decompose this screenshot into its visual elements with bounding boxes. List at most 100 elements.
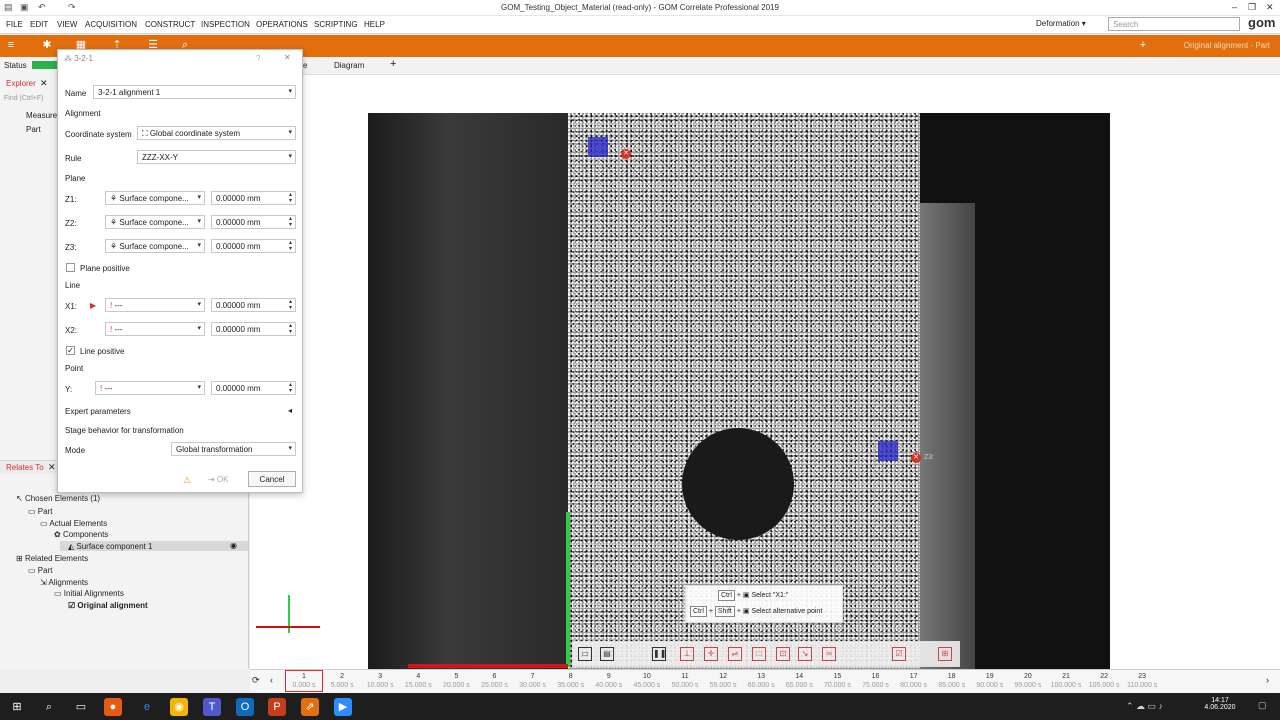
- select-icon[interactable]: ↘: [798, 647, 812, 661]
- timeline-stage[interactable]: 10 45.000 s: [628, 672, 666, 690]
- square-icon[interactable]: □: [752, 647, 766, 661]
- menu-file[interactable]: FILE: [6, 20, 23, 29]
- z2-offset[interactable]: 0.00000 mm ▴ ▾: [211, 215, 296, 229]
- timeline-stage[interactable]: 6 25.000 s: [476, 672, 514, 690]
- edge-icon[interactable]: e: [138, 698, 156, 716]
- timeline-stage[interactable]: 4 15.000 s: [399, 672, 437, 690]
- z1-offset[interactable]: 0.00000 mm ▴ ▾: [211, 191, 296, 205]
- close-relates-icon[interactable]: ✕: [48, 462, 56, 473]
- z3-selection-marker[interactable]: [878, 441, 898, 461]
- tree-surface-component[interactable]: ◭ Surface component 1: [68, 542, 152, 551]
- chrome-icon[interactable]: ◉: [170, 698, 188, 716]
- tree-original-alignment[interactable]: ☑ Original alignment: [68, 601, 148, 610]
- tree-related-elements[interactable]: ⊞ Related Elements: [16, 554, 88, 563]
- expand-icon[interactable]: ◂: [288, 406, 292, 415]
- start-icon[interactable]: ⊞: [8, 698, 26, 716]
- search-input[interactable]: Search: [1108, 17, 1240, 31]
- frame-icon[interactable]: ⊡: [776, 647, 790, 661]
- tree-alignments[interactable]: ⇲ Alignments: [40, 578, 88, 587]
- menu-inspection[interactable]: INSPECTION: [201, 20, 250, 29]
- timeline-stage[interactable]: 12 55.000 s: [704, 672, 742, 690]
- timeline-stage[interactable]: 2 5.000 s: [323, 672, 361, 690]
- teams-icon[interactable]: T: [203, 698, 221, 716]
- x2-offset[interactable]: 0.00000 mm ▴ ▾: [211, 322, 296, 336]
- y-offset[interactable]: 0.00000 mm ▴ ▾: [211, 381, 296, 395]
- menu-help[interactable]: HELP: [364, 20, 385, 29]
- remove-point-icon[interactable]: ✕: [621, 149, 631, 159]
- gom-taskbar-icon[interactable]: ⇗: [301, 698, 319, 716]
- tree-actual-elements[interactable]: ▭ Actual Elements: [40, 519, 107, 528]
- mode-select[interactable]: Global transformation ▾: [171, 442, 296, 456]
- tool-icon[interactable]: ✱: [40, 38, 54, 52]
- x1-select[interactable]: ! --- ▾: [105, 298, 205, 312]
- timeline-stage[interactable]: 3 10.000 s: [361, 672, 399, 690]
- z1-select[interactable]: ⚘ Surface compone... ▾: [105, 191, 205, 205]
- timeline-stage[interactable]: 11 50.000 s: [666, 672, 704, 690]
- firefox-icon[interactable]: ●: [104, 698, 122, 716]
- tab-explorer[interactable]: Explorer: [6, 79, 36, 88]
- rule-select[interactable]: ZZZ-XX-Y ▾: [137, 150, 296, 164]
- remove-z3-icon[interactable]: ✕: [911, 453, 921, 463]
- check-icon[interactable]: ☑: [892, 647, 906, 661]
- timeline-stage[interactable]: 20 95.000 s: [1009, 672, 1047, 690]
- menu-construct[interactable]: CONSTRUCT: [145, 20, 195, 29]
- timeline-stage[interactable]: 18 85.000 s: [933, 672, 971, 690]
- timeline-stage[interactable]: 14 65.000 s: [780, 672, 818, 690]
- prev-icon[interactable]: ‹: [270, 675, 273, 685]
- tree-part-chosen[interactable]: ▭ Part: [28, 507, 52, 516]
- plane-positive-checkbox[interactable]: [66, 263, 75, 272]
- hamburger-icon[interactable]: ≡: [4, 38, 18, 52]
- menu-acquisition[interactable]: ACQUISITION: [85, 20, 137, 29]
- timeline-stage[interactable]: 1 0.000 s: [285, 672, 323, 690]
- help-icon[interactable]: ?: [256, 54, 260, 63]
- menu-operations[interactable]: OPERATIONS: [256, 20, 308, 29]
- coordinate-system-select[interactable]: ⛶ Global coordinate system ▾: [137, 126, 296, 140]
- chain-icon[interactable]: ∞: [822, 647, 836, 661]
- cancel-button[interactable]: Cancel: [248, 471, 296, 487]
- z3-select[interactable]: ⚘ Surface compone... ▾: [105, 239, 205, 253]
- tab-view[interactable]: e: [303, 61, 307, 70]
- find-input[interactable]: Find (Ctrl+F): [4, 95, 43, 102]
- tree-components[interactable]: ✿ Components: [54, 530, 108, 539]
- search-icon[interactable]: ⌕: [40, 698, 58, 716]
- timeline-stage[interactable]: 23 110.000 s: [1123, 672, 1161, 690]
- timeline-stage[interactable]: 8 35.000 s: [552, 672, 590, 690]
- line-positive-checkbox[interactable]: ✓: [66, 346, 75, 355]
- powerpoint-icon[interactable]: P: [268, 698, 286, 716]
- z1-selection-marker[interactable]: [588, 137, 608, 157]
- name-field[interactable]: 3-2-1 alignment 1 ▾: [93, 85, 296, 99]
- workspace-selector[interactable]: Deformation ▾: [1036, 19, 1086, 28]
- notification-icon[interactable]: ▢: [1258, 700, 1267, 711]
- refresh-icon[interactable]: ⟳: [252, 675, 260, 686]
- tree-part-related[interactable]: ▭ Part: [28, 566, 52, 575]
- ok-button[interactable]: ⇥ OK: [208, 475, 229, 484]
- timeline-stage[interactable]: 17 80.000 s: [895, 672, 933, 690]
- clock[interactable]: 14:17 4.06.2020: [1200, 697, 1240, 711]
- grid-icon[interactable]: ⊞: [938, 647, 952, 661]
- dialog-close-icon[interactable]: ✕: [284, 53, 291, 62]
- tray-icons[interactable]: ⌃ ☁ ▭ ♪: [1126, 701, 1163, 712]
- x1-offset[interactable]: 0.00000 mm ▴ ▾: [211, 298, 296, 312]
- z2-select[interactable]: ⚘ Surface compone... ▾: [105, 215, 205, 229]
- zoom-app-icon[interactable]: ▶: [334, 698, 352, 716]
- timeline-stage[interactable]: 19 90.000 s: [971, 672, 1009, 690]
- tree-measure[interactable]: Measure: [26, 111, 57, 120]
- tree-chosen-elements[interactable]: ↖ Chosen Elements (1): [16, 494, 100, 503]
- line-icon[interactable]: ⇌: [728, 647, 742, 661]
- timeline-stage[interactable]: 21 100.000 s: [1047, 672, 1085, 690]
- timeline-stage[interactable]: 22 105.000 s: [1085, 672, 1123, 690]
- x2-select[interactable]: ! --- ▾: [105, 322, 205, 336]
- tab-diagram[interactable]: Diagram: [334, 61, 364, 70]
- task-view-icon[interactable]: ▭: [72, 698, 90, 716]
- pause-icon[interactable]: ❚❚: [652, 647, 666, 661]
- menu-view[interactable]: VIEW: [57, 20, 77, 29]
- timeline-stage[interactable]: 7 30.000 s: [514, 672, 552, 690]
- tree-initial-alignments[interactable]: ▭ Initial Alignments: [54, 589, 124, 598]
- expert-parameters[interactable]: Expert parameters: [65, 407, 131, 416]
- redo-icon[interactable]: ↷: [68, 2, 76, 13]
- menu-scripting[interactable]: SCRIPTING: [314, 20, 358, 29]
- minimize-button[interactable]: –: [1232, 2, 1237, 12]
- save-icon[interactable]: ▣: [20, 2, 29, 13]
- timeline-stage[interactable]: 15 70.000 s: [818, 672, 856, 690]
- maximize-button[interactable]: ❐: [1248, 2, 1256, 13]
